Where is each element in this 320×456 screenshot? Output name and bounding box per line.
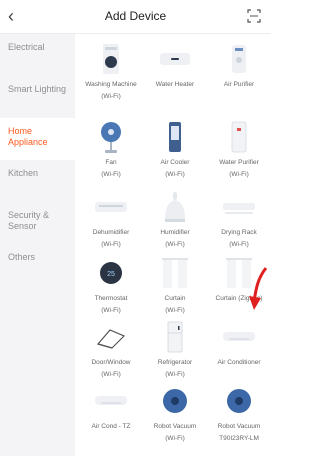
device-name: Air Conditioner bbox=[217, 359, 261, 366]
device-sub: (Wi-Fi) bbox=[101, 170, 121, 178]
air-purifier-icon bbox=[219, 40, 259, 78]
device-tile[interactable]: Robot Vacuum (Wi-Fi) bbox=[144, 382, 206, 443]
device-tile[interactable]: Humidifier (Wi-Fi) bbox=[144, 188, 206, 249]
device-sub: (Wi-Fi) bbox=[165, 370, 185, 378]
curtain-icon bbox=[155, 254, 195, 292]
dehumidifier-icon bbox=[91, 188, 131, 226]
device-tile[interactable]: Water Purifier (Wi-Fi) bbox=[208, 118, 270, 179]
sidebar-item-smart-lighting[interactable]: Smart Lighting bbox=[0, 76, 75, 118]
device-tile[interactable]: Dehumidifier (Wi-Fi) bbox=[80, 188, 142, 249]
device-name: Air Cond - TZ bbox=[91, 423, 131, 430]
thermostat-icon: 25 bbox=[91, 254, 131, 292]
air-cooler-icon bbox=[155, 118, 195, 156]
device-tile[interactable]: Fan (Wi-Fi) bbox=[80, 118, 142, 179]
refrigerator-icon bbox=[155, 318, 195, 356]
category-sidebar: Electrical Smart Lighting Home Appliance… bbox=[0, 34, 75, 456]
water-heater-icon bbox=[155, 40, 195, 78]
device-sub: (Wi-Fi) bbox=[229, 170, 249, 178]
device-sub: T90I23RY-LM bbox=[219, 434, 259, 442]
device-name: Drying Rack bbox=[221, 229, 257, 236]
device-tile[interactable]: Washing Machine (Wi-Fi) bbox=[80, 40, 142, 101]
device-tile[interactable]: Air Cond - TZ bbox=[80, 382, 142, 435]
sidebar-item-home-appliance[interactable]: Home Appliance bbox=[0, 118, 75, 160]
water-purifier-icon bbox=[219, 118, 259, 156]
device-sub: (Wi-Fi) bbox=[101, 370, 121, 378]
air-cond-tz-icon bbox=[91, 382, 131, 420]
device-name: Water Heater bbox=[155, 81, 195, 88]
washing-machine-icon bbox=[91, 40, 131, 78]
device-tile[interactable]: Air Conditioner bbox=[208, 318, 270, 371]
red-arrow-annotation bbox=[249, 267, 268, 310]
robot-vacuum-icon bbox=[219, 382, 259, 420]
header-bar: ‹ Add Device bbox=[0, 0, 271, 34]
device-name: Refrigerator bbox=[157, 359, 193, 366]
device-tile[interactable]: Curtain (Wi-Fi) bbox=[144, 254, 206, 315]
svg-text:25: 25 bbox=[107, 271, 115, 278]
humidifier-icon bbox=[155, 188, 195, 226]
device-name: Washing Machine bbox=[85, 81, 137, 88]
device-tile[interactable]: Air Purifier bbox=[208, 40, 270, 93]
device-tile[interactable]: Air Cooler (Wi-Fi) bbox=[144, 118, 206, 179]
device-tile[interactable]: Water Heater bbox=[144, 40, 206, 93]
device-sub: (Wi-Fi) bbox=[165, 434, 185, 442]
device-sub: (Wi-Fi) bbox=[229, 240, 249, 248]
device-name: Air Purifier bbox=[223, 81, 255, 88]
device-name: Air Cooler bbox=[160, 159, 190, 166]
sidebar-item-electrical[interactable]: Electrical bbox=[0, 34, 75, 76]
device-name: Curtain bbox=[164, 295, 186, 302]
sidebar-item-security-sensor[interactable]: Security & Sensor bbox=[0, 202, 75, 244]
device-sub: (Wi-Fi) bbox=[165, 170, 185, 178]
device-tile[interactable]: Drying Rack (Wi-Fi) bbox=[208, 188, 270, 249]
device-name: Door/Window bbox=[91, 359, 131, 366]
page-title: Add Device bbox=[104, 9, 167, 23]
device-tile[interactable]: Door/Window (Wi-Fi) bbox=[80, 318, 142, 379]
device-sub: (Wi-Fi) bbox=[101, 240, 121, 248]
device-name: Fan bbox=[105, 159, 117, 166]
sidebar-item-kitchen[interactable]: Kitchen bbox=[0, 160, 75, 202]
drying-rack-icon bbox=[219, 188, 259, 226]
door-window-icon bbox=[91, 318, 131, 356]
device-name: Dehumidifier bbox=[92, 229, 130, 236]
device-sub: (Wi-Fi) bbox=[101, 306, 121, 314]
scan-icon[interactable] bbox=[247, 9, 261, 23]
device-tile[interactable]: Robot Vacuum T90I23RY-LM bbox=[208, 382, 270, 443]
device-sub: (Wi-Fi) bbox=[165, 306, 185, 314]
device-tile[interactable]: Refrigerator (Wi-Fi) bbox=[144, 318, 206, 379]
device-tile[interactable]: 25 Thermostat (Wi-Fi) bbox=[80, 254, 142, 315]
robot-vacuum-icon bbox=[155, 382, 195, 420]
sidebar-item-others[interactable]: Others bbox=[0, 244, 75, 286]
device-name: Water Purifier bbox=[219, 159, 259, 166]
device-name: Robot Vacuum bbox=[153, 423, 197, 430]
air-conditioner-icon bbox=[219, 318, 259, 356]
device-name: Thermostat bbox=[94, 295, 128, 302]
device-sub: (Wi-Fi) bbox=[101, 92, 121, 100]
device-sub: (Wi-Fi) bbox=[165, 240, 185, 248]
device-name: Robot Vacuum bbox=[217, 423, 261, 430]
fan-icon bbox=[91, 118, 131, 156]
device-name: Humidifier bbox=[160, 229, 190, 236]
